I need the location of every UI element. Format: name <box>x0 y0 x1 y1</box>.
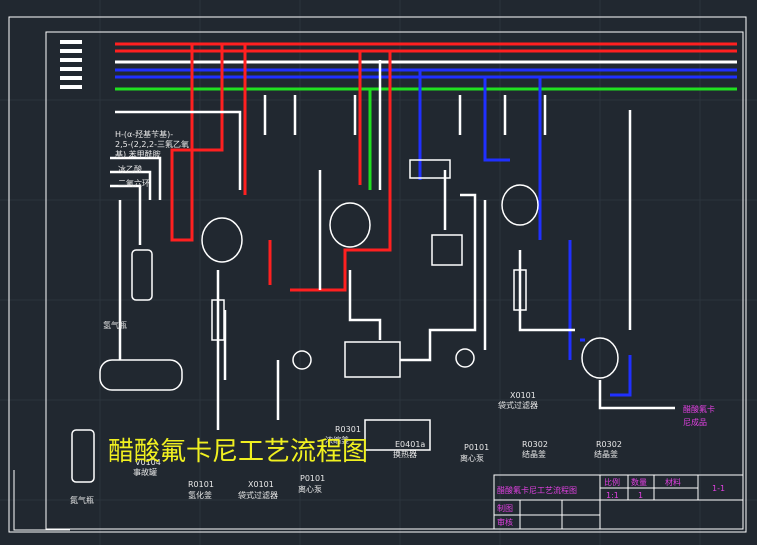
accident-tank <box>99 359 183 391</box>
tag-name: 氢化釜 <box>188 490 212 500</box>
cad-drawing: H-(α-羟基苄基)- 2,5-(2,2,2-三氟乙氧 基) 苯甲酰胺 冰乙酸 … <box>0 0 757 545</box>
tag-name: 袋式过滤器 <box>498 400 538 410</box>
feed-label: 基) 苯甲酰胺 <box>115 149 161 159</box>
qty-value: 1 <box>638 491 643 500</box>
centrifugal-pump-1 <box>292 350 312 370</box>
tag-name: 离心泵 <box>460 453 484 463</box>
hydrogen-cylinder <box>131 249 153 301</box>
tag-name: 结晶釜 <box>594 449 618 459</box>
tag-name: 结晶釜 <box>522 449 546 459</box>
crystallizer-1 <box>501 184 539 226</box>
hydrogen-label: 氢气瓶 <box>103 320 127 330</box>
material-label: 材料 <box>665 477 681 487</box>
nitrogen-label: 氮气瓶 <box>70 495 94 505</box>
sheet-number: 1-1 <box>712 484 725 493</box>
hydrogenation-reactor <box>201 217 243 263</box>
tag: X0101 <box>248 480 274 489</box>
concentrate-tank <box>344 341 401 378</box>
feed-label: H-(α-羟基苄基)- <box>115 129 173 139</box>
feed-label: 冰乙酸 <box>118 164 142 174</box>
tag-name: 离心泵 <box>298 484 322 494</box>
tag: E0401a <box>395 440 425 449</box>
nitrogen-cylinder <box>71 429 95 483</box>
utility-header-legend <box>60 40 82 89</box>
qty-label: 数量 <box>631 477 647 487</box>
concentration-reactor <box>329 202 371 248</box>
feed-label: 二氧六环 <box>118 178 150 188</box>
drawn-label: 制图 <box>497 503 513 513</box>
product-label: 醋酸氟卡 <box>683 404 715 414</box>
process-flow-diagram: H-(α-羟基苄基)- 2,5-(2,2,2-三氟乙氧 基) 苯甲酰胺 冰乙酸 … <box>0 0 757 545</box>
tag-name: 换热器 <box>393 449 417 459</box>
tag: R0301 <box>335 425 361 434</box>
tag: R0101 <box>188 480 214 489</box>
title-block-name: 醋酸氟卡尼工艺流程图 <box>497 485 577 495</box>
checked-label: 审核 <box>497 517 513 527</box>
centrifugal-pump-2 <box>455 348 475 368</box>
tag: R0302 <box>596 440 622 449</box>
utility-headers <box>115 42 737 91</box>
product-label: 尼成品 <box>683 417 707 427</box>
title-block-text: 醋酸氟卡尼工艺流程图 比例 数量 材料 1:1 1 1-1 制图 审核 <box>497 477 725 527</box>
tag-name: 袋式过滤器 <box>238 490 278 500</box>
tag-name: 事故罐 <box>133 467 157 477</box>
hot-lines <box>170 44 392 292</box>
filter-vessel <box>431 234 463 266</box>
tag: R0302 <box>522 440 548 449</box>
tag: P0101 <box>300 474 325 483</box>
feed-label: 2,5-(2,2,2-三氟乙氧 <box>115 139 189 149</box>
tag: X0101 <box>510 391 536 400</box>
drawing-title: 醋酸氟卡尼工艺流程图 <box>108 437 368 467</box>
scale-value: 1:1 <box>606 491 619 500</box>
tag: P0101 <box>464 443 489 452</box>
cold-lines <box>418 70 632 397</box>
scale-label: 比例 <box>604 477 620 487</box>
